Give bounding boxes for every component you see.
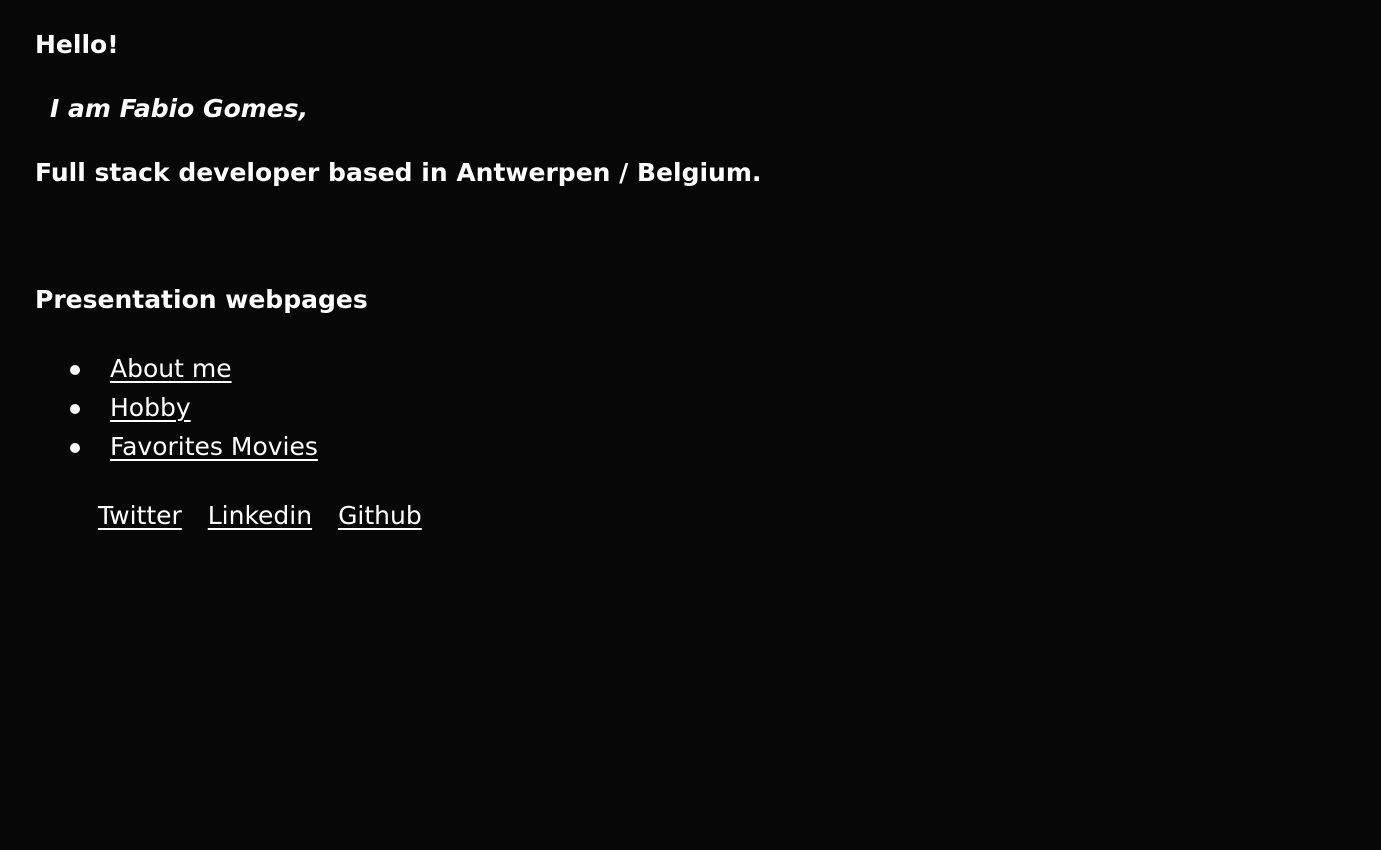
twitter-link[interactable]: Twitter (98, 501, 182, 530)
social-links: Twitter Linkedin Github (98, 499, 440, 533)
hobby-link[interactable]: Hobby (110, 393, 191, 422)
page: Hello! I am Fabio Gomes, Full stack deve… (0, 0, 1381, 850)
favorites-movies-link[interactable]: Favorites Movies (110, 432, 318, 461)
github-link[interactable]: Github (338, 501, 422, 530)
bullet-icon (70, 443, 80, 453)
bullet-icon (70, 365, 80, 375)
greeting-heading: Hello! (35, 30, 119, 59)
bullet-icon (70, 404, 80, 414)
intro-text: I am Fabio Gomes, (50, 94, 309, 123)
linkedin-link[interactable]: Linkedin (208, 501, 312, 530)
list-item: Favorites Movies (70, 430, 318, 469)
list-item: About me (70, 352, 318, 391)
presentation-links-list: About me Hobby Favorites Movies (70, 352, 318, 469)
list-item: Hobby (70, 391, 318, 430)
about-me-link[interactable]: About me (110, 354, 232, 383)
role-text: Full stack developer based in Antwerpen … (35, 158, 762, 187)
presentation-section-title: Presentation webpages (35, 285, 368, 314)
